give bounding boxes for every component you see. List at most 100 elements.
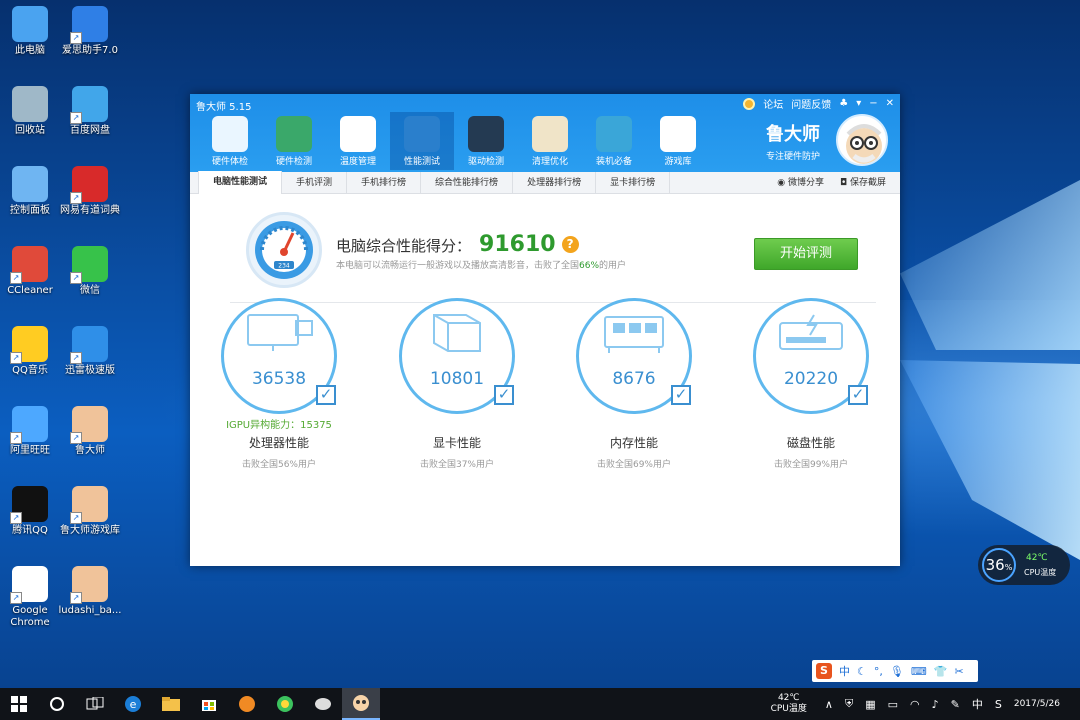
desktop-icon[interactable]: ↗ 鲁大师 <box>52 406 128 457</box>
feedback-link[interactable]: 问题反馈 <box>791 96 831 111</box>
minimize-button[interactable]: − <box>869 98 877 109</box>
windows-defender-icon[interactable]: ▦ <box>865 698 875 711</box>
tool-tab[interactable]: 装机必备 <box>582 112 646 170</box>
cpu-temp-label: CPU温度 <box>1024 568 1057 577</box>
battery-icon[interactable]: ▭ <box>888 698 898 711</box>
score-circle[interactable]: 36538 ✓ <box>221 298 337 414</box>
edge-icon[interactable]: e <box>114 688 152 720</box>
file-explorer-icon[interactable] <box>152 688 190 720</box>
desktop-icon[interactable]: ↗ ludashi_ba... <box>52 566 128 617</box>
forum-link[interactable]: 论坛 <box>763 96 783 111</box>
ludashi-installer-icon: ↗ <box>70 566 108 604</box>
tray-lang[interactable]: 中 <box>972 696 983 712</box>
qq-music-taskbar-icon[interactable] <box>266 688 304 720</box>
tool-tab-label: 硬件体检 <box>211 157 248 167</box>
store-icon[interactable] <box>190 688 228 720</box>
card-beat: 击败全国37%用户 <box>419 460 494 470</box>
desktop-icon-label: 微信 <box>80 285 100 296</box>
score-circle[interactable]: 20220 ✓ <box>753 298 869 414</box>
tool-tab[interactable]: 温度管理 <box>326 112 390 170</box>
brand: 鲁大师 专注硬件防护 <box>766 120 820 162</box>
ludashi-window: 鲁大师 5.15 论坛 问题反馈 ♣ ▾ − ✕ 硬件体检 硬件检测 温度管理 性能测… <box>190 94 900 566</box>
moon-icon[interactable]: ☾ <box>857 665 867 678</box>
chrome-icon: ↗ <box>10 566 48 604</box>
ime-lang[interactable]: 中 <box>839 663 850 679</box>
mouse-tool-icon[interactable] <box>304 688 342 720</box>
ludashi-orange-icon[interactable] <box>228 688 266 720</box>
tool-tab[interactable]: 驱动检测 <box>454 112 518 170</box>
mascot-avatar <box>836 114 888 166</box>
score-area: 234 电脑综合性能得分： 91610? 本电脑可以流畅运行一般游戏以及播放高清影… <box>190 194 900 303</box>
tool-tab[interactable]: 性能测试 <box>390 112 454 170</box>
ime-toolbar[interactable]: S 中 ☾ °, 🎙 ⌨ 👕 ✂ <box>812 660 978 682</box>
performance-card[interactable]: 10801 ✓ 显卡性能 击败全国37%用户 <box>392 298 522 470</box>
card-name: 处理器性能 <box>248 436 309 450</box>
desktop-icon-label: 鲁大师游戏库 <box>60 525 120 536</box>
score-circle[interactable]: 8676 ✓ <box>576 298 692 414</box>
save-screenshot-button[interactable]: ◘ 保存截屏 <box>840 172 886 194</box>
start-button[interactable] <box>0 688 38 720</box>
desktop-icon-label: 网易有道词典 <box>60 205 120 216</box>
tool-tab[interactable]: 硬件体检 <box>198 112 262 170</box>
subtab[interactable]: 电脑性能测试 <box>198 171 283 194</box>
shortcut-arrow-icon: ↗ <box>10 272 22 284</box>
punct-icon[interactable]: °, <box>874 665 883 678</box>
tools-icon[interactable]: ✂ <box>954 665 963 678</box>
task-view-icon[interactable] <box>76 688 114 720</box>
tool-tab[interactable]: 游戏库 <box>646 112 710 170</box>
start-test-button[interactable]: 开始评测 <box>754 238 858 270</box>
shield-icon[interactable]: ⛨ <box>845 697 853 711</box>
keyboard-icon[interactable]: ⌨ <box>911 665 927 678</box>
subtab[interactable]: 显卡排行榜 <box>596 171 671 194</box>
subtab[interactable]: 手机评测 <box>282 171 348 194</box>
performance-card[interactable]: 20220 ✓ 磁盘性能 击败全国99%用户 <box>746 298 876 470</box>
wifi-icon[interactable]: ◠ <box>910 698 920 711</box>
desktop-icon[interactable]: ↗ 迅雷极速版 <box>52 326 128 377</box>
weibo-share-button[interactable]: ◉ 微博分享 <box>777 172 824 194</box>
skin-shirt-icon[interactable]: 👕 <box>934 665 948 678</box>
cpu-widget[interactable]: 36% 42℃ CPU温度 <box>978 545 1070 585</box>
broom-icon <box>532 116 568 152</box>
check-icon: ✓ <box>316 385 336 405</box>
tool-tab[interactable]: 硬件检测 <box>262 112 326 170</box>
medal-icon[interactable] <box>743 97 756 110</box>
taskbar: e 42℃ CPU温度 ∧ ⛨ ▦ ▭ ◠ ♪ ✎ 中 S 2017/5/26 <box>0 688 1080 720</box>
score-value: 91610 <box>479 232 556 257</box>
ludashi-taskbar-icon[interactable] <box>342 688 380 720</box>
volume-icon[interactable]: ♪ <box>932 698 939 711</box>
cpu-usage-gauge: 36% <box>982 548 1016 582</box>
subtab[interactable]: 手机排行榜 <box>347 171 422 194</box>
desktop-icon[interactable]: ↗ 鲁大师游戏库 <box>52 486 128 537</box>
thermometer-icon <box>340 116 376 152</box>
subtab[interactable]: 综合性能排行榜 <box>421 171 514 194</box>
shortcut-arrow-icon: ↗ <box>10 432 22 444</box>
performance-card[interactable]: 36538 ✓ IGPU异构能力：15375 处理器性能 击败全国56%用户 <box>214 298 344 470</box>
card-beat: 击败全国99%用户 <box>773 460 848 470</box>
pen-icon[interactable]: ✎ <box>951 698 960 711</box>
monitor-icon <box>212 116 248 152</box>
score-circle[interactable]: 10801 ✓ <box>399 298 515 414</box>
sogou-icon[interactable]: S <box>816 663 832 679</box>
desktop-icon[interactable]: ↗ 微信 <box>52 246 128 297</box>
help-icon[interactable]: ? <box>561 236 579 253</box>
cortana-icon[interactable] <box>38 688 76 720</box>
i4-assistant-icon: ↗ <box>70 6 108 44</box>
skin-icon[interactable]: ♣ <box>839 98 848 109</box>
sogou-tray-icon[interactable]: S <box>995 698 1002 711</box>
shortcut-arrow-icon: ↗ <box>70 32 82 44</box>
desktop-icon[interactable]: ↗ 爱思助手7.0 <box>52 6 128 57</box>
performance-cards: 36538 ✓ IGPU异构能力：15375 处理器性能 击败全国56%用户 10801 ✓… <box>190 298 900 498</box>
tool-tab[interactable]: 清理优化 <box>518 112 582 170</box>
clock-date[interactable]: 2017/5/26 <box>1014 699 1060 709</box>
desktop-icon[interactable]: ↗ 网易有道词典 <box>52 166 128 217</box>
close-button[interactable]: ✕ <box>886 98 894 109</box>
subtab[interactable]: 处理器排行榜 <box>513 171 597 194</box>
menu-icon[interactable]: ▾ <box>856 98 861 109</box>
performance-card[interactable]: 8676 ✓ 内存性能 击败全国69%用户 <box>569 298 699 470</box>
desktop-icon-label: 鲁大师 <box>75 445 105 456</box>
tool-tabs: 硬件体检 硬件检测 温度管理 性能测试 驱动检测 清理优化 装机必备 游戏库 <box>198 112 710 170</box>
desktop-icon[interactable]: ↗ 百度网盘 <box>52 86 128 137</box>
chevron-up-icon[interactable]: ∧ <box>825 698 833 711</box>
mic-icon[interactable]: 🎙 <box>890 665 904 678</box>
tray-cpu-temp[interactable]: 42℃ CPU温度 <box>771 693 807 715</box>
